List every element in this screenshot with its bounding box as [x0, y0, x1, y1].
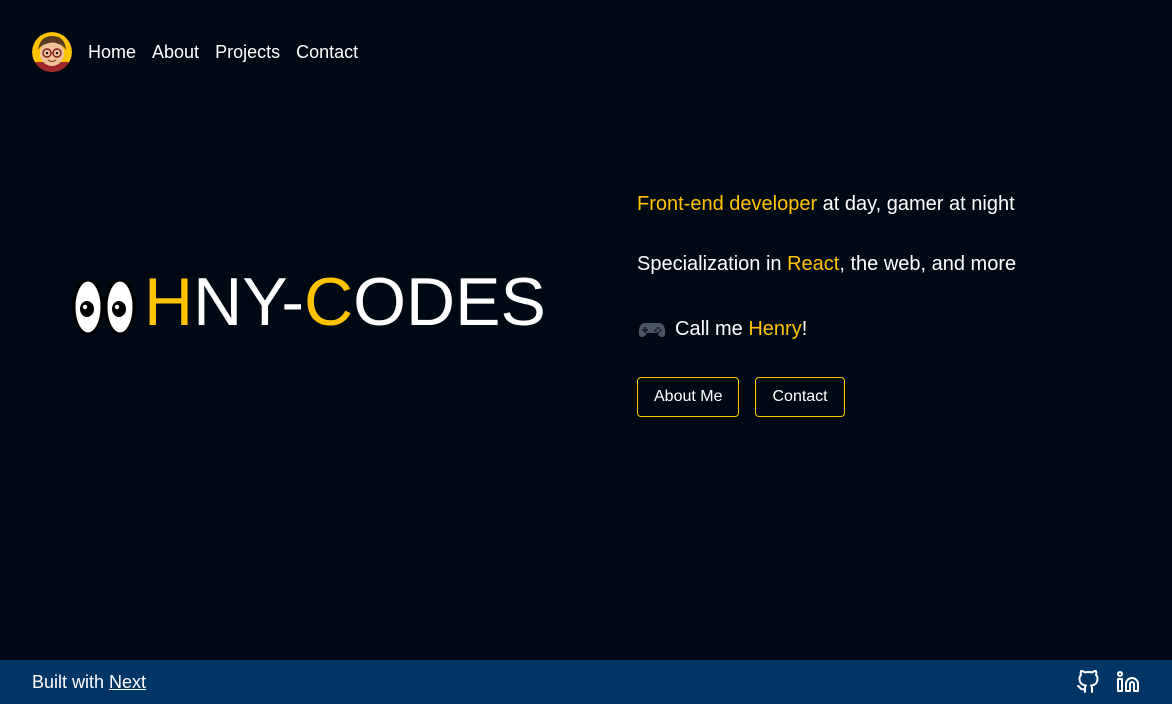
- nav-link-projects[interactable]: Projects: [215, 32, 280, 72]
- contact-button[interactable]: Contact: [755, 377, 845, 417]
- spec-pre: Specialization in: [637, 253, 788, 275]
- role-accent: Front-end developer: [637, 193, 818, 215]
- logo-accent-c: C: [303, 264, 354, 340]
- footer-credit: Built with Next: [32, 660, 146, 704]
- logo-accent-h: H: [144, 264, 194, 340]
- avatar[interactable]: [32, 32, 72, 72]
- page: Home About Projects Contact HNY-CODES Fr…: [0, 0, 1172, 704]
- linkedin-icon[interactable]: [1116, 670, 1140, 694]
- built-with-label: Built with: [32, 672, 110, 692]
- intro-line-specialization: Specialization in React, the web, and mo…: [637, 249, 1016, 279]
- intro-line-name: Call me Henry!: [637, 314, 807, 344]
- social-links: [1060, 670, 1140, 694]
- name-post: !: [801, 318, 808, 340]
- googly-eyes-icon: [72, 278, 136, 336]
- about-me-button[interactable]: About Me: [637, 377, 740, 417]
- name-pre: Call me: [675, 318, 749, 340]
- spec-accent: React: [787, 253, 840, 275]
- logo-part2-rest: ODES: [353, 264, 546, 340]
- nav-link-about[interactable]: About: [152, 32, 199, 72]
- github-icon[interactable]: [1076, 670, 1100, 694]
- top-nav: Home About Projects Contact: [32, 32, 374, 72]
- gamepad-icon: [638, 323, 666, 337]
- spec-post: , the web, and more: [839, 253, 1017, 275]
- next-link[interactable]: Next: [109, 672, 146, 692]
- footer: Built with Next: [0, 660, 1172, 704]
- intro-line-role: Front-end developer at day, gamer at nig…: [637, 189, 1015, 219]
- nav-link-home[interactable]: Home: [88, 32, 136, 72]
- logo-text: HNY-CODES: [144, 262, 546, 342]
- logo-part1-rest: NY-: [193, 264, 304, 340]
- name-accent: Henry: [748, 318, 802, 340]
- nav-link-contact[interactable]: Contact: [296, 32, 358, 72]
- site-logo: HNY-CODES: [72, 262, 546, 342]
- cta-buttons: About Me Contact: [637, 377, 861, 417]
- role-rest: at day, gamer at night: [817, 193, 1015, 215]
